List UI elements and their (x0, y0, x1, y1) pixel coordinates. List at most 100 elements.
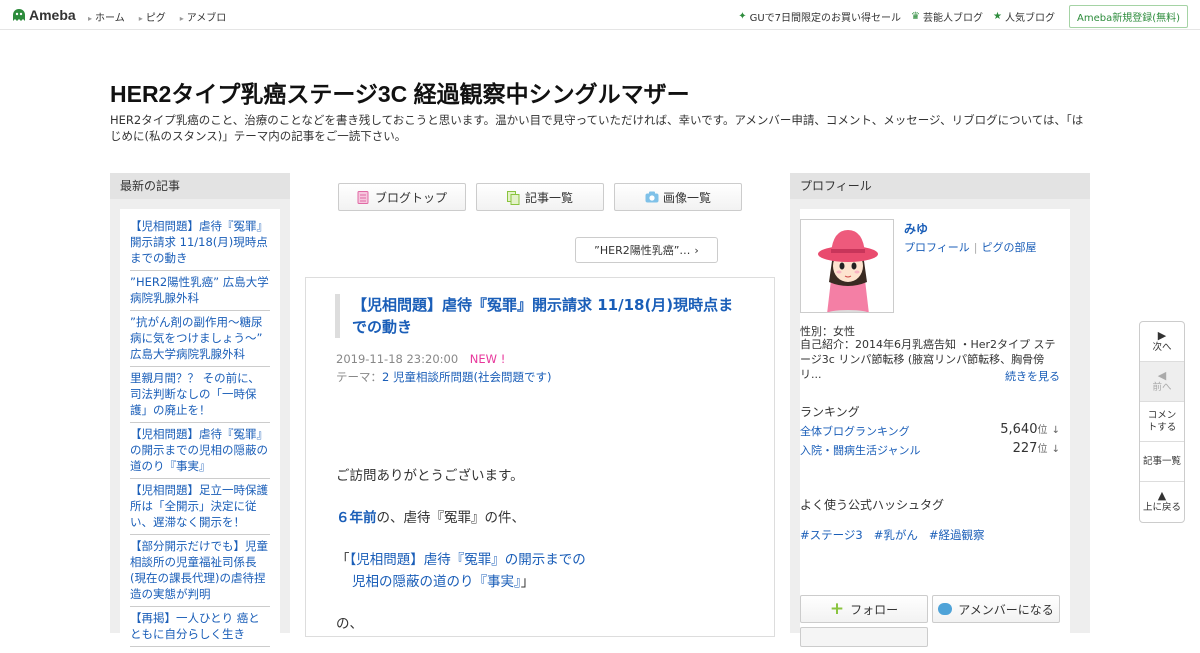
rank-unit: 位 (1037, 425, 1048, 436)
quote-open: 「 (336, 552, 350, 568)
see-more-link[interactable]: 続きを見る (1005, 368, 1060, 384)
more-action-button[interactable] (800, 627, 928, 647)
promo-link[interactable]: ✦ GUで7日間限定のお買い得セール (738, 9, 901, 24)
ranking-heading: ランキング (800, 405, 860, 419)
hashtag-link[interactable]: #乳がん (874, 527, 918, 543)
document-icon (357, 190, 369, 204)
prev-button[interactable]: ◀ 前へ (1140, 362, 1184, 402)
ameba-logo[interactable]: Ameba (12, 7, 76, 23)
celebrity-blog-link[interactable]: ♛ 芸能人ブログ (911, 9, 983, 24)
recent-article-link[interactable]: 【児相問題】虐待『冤罪』の開示までの児相の隠蔽の道のり『事実』 (130, 423, 270, 479)
blog-tabs: ブログトップ 記事一覧 画像一覧 (338, 183, 742, 211)
article-theme-label: テーマ： (336, 370, 382, 384)
article-theme: テーマ：2 児童相談所問題(社会問題です) (336, 369, 551, 385)
recent-articles-list: 【児相問題】虐待『冤罪』開示請求 11/18(月)現時点までの動き ”HER2陽… (120, 209, 280, 653)
blog-top-label: ブログトップ (374, 190, 447, 205)
header-right-links: ✦ GUで7日間限定のお買い得セール ♛ 芸能人ブログ ★ 人気ブログ Ameb… (738, 5, 1188, 28)
hashtag-list: #ステージ3 #乳がん #経過観察 (800, 527, 985, 543)
body-line: ６年前の、虐待『冤罪』の件、 (336, 506, 525, 526)
article-list-side-button[interactable]: 記事一覧 (1140, 442, 1184, 482)
quoted-article-link[interactable]: 【児相問題】虐待『冤罪』の開示までの (350, 552, 586, 568)
quoted-link-line-1: 「【児相問題】虐待『冤罪』の開示までの (336, 548, 586, 568)
amember-button[interactable]: アメンバーになる (932, 595, 1060, 623)
body-line: ご訪問ありがとうございます。 (336, 468, 524, 484)
article-theme-link[interactable]: 2 児童相談所問題(社会問題です) (382, 370, 551, 384)
body-line-rest: の、虐待『冤罪』の件、 (376, 510, 526, 526)
nav-ameblo[interactable]: アメブロ (180, 9, 227, 24)
next-label: 次へ (1152, 341, 1172, 353)
nav-home[interactable]: ホーム (88, 9, 125, 24)
follow-actions: + フォロー アメンバーになる (800, 595, 1060, 623)
profile-name[interactable]: みゆ (904, 220, 928, 237)
global-nav: ホーム ピグ アメブロ (88, 9, 226, 24)
follow-button[interactable]: + フォロー (800, 595, 928, 623)
recent-article-link[interactable]: ”HER2陽性乳癌” 広島大学病院乳腺外科 (130, 271, 270, 311)
recent-article-link[interactable]: 【部分開示だけでも】児童相談所の児童福祉司係長(現在の課長代理)の虐待捏造の実態… (130, 535, 270, 607)
recent-article-link[interactable]: ”抗がん剤の副作用～糖尿病に気をつけましょう～” 広島大学病院乳腺外科 (130, 311, 270, 367)
follow-label: フォロー (850, 602, 899, 617)
promo-link-label: GUで7日間限定のお買い得セール (749, 13, 902, 24)
body-line: の、 (336, 616, 363, 632)
article-list-button[interactable]: 記事一覧 (476, 183, 604, 211)
quoted-article-link-2[interactable]: 児相の隠蔽の道のり『事実』 (352, 574, 521, 590)
back-to-top-label: 上に戻る (1142, 502, 1181, 513)
nav-pigg[interactable]: ピグ (139, 9, 166, 24)
image-list-button[interactable]: 画像一覧 (614, 183, 742, 211)
blog-title[interactable]: HER2タイプ乳癌ステージ3C 経過観察中シングルマザー (110, 75, 690, 109)
ranking-name[interactable]: 全体ブログランキング (800, 425, 910, 438)
camera-icon (645, 191, 659, 204)
ameba-logo-icon (12, 8, 26, 23)
article-date: 2019-11-18 23:20:00 (336, 352, 459, 366)
rank-number: 5,640 (1000, 422, 1038, 437)
ranking-name[interactable]: 入院・闘病生活ジャンル (800, 444, 920, 457)
quote-close: 」 (520, 574, 535, 590)
plus-icon: + (829, 598, 845, 619)
celebrity-blog-label: 芸能人ブログ (923, 13, 984, 24)
back-to-top-button[interactable]: ▲ 上に戻る (1140, 482, 1184, 522)
avatar[interactable] (800, 219, 894, 313)
six-years-ago-text: ６年前 (336, 510, 377, 526)
register-button[interactable]: Ameba新規登録(無料) (1068, 5, 1188, 28)
trend-down-icon: ↓ (1051, 425, 1060, 436)
logo-text: Ameba (29, 7, 76, 23)
comment-label: コメントする (1147, 409, 1177, 433)
pigg-room-link[interactable]: ピグの部屋 (982, 241, 1037, 254)
comment-button[interactable]: コメントする (1140, 402, 1184, 442)
article-meta: 2019-11-18 23:20:00 NEW ! (336, 352, 505, 366)
prev-label: 前へ (1152, 381, 1172, 393)
rank-unit: 位 (1037, 444, 1048, 455)
profile-box: みゆ プロフィール | ピグの部屋 性別：女性 自己紹介：2014年6月乳癌告知 ・… (800, 209, 1070, 647)
hashtag-heading: よく使う公式ハッシュタグ (800, 498, 945, 512)
recent-article-link[interactable]: 里親月間？？ その前に、司法判断なしの「一時保護」の廃止を！ (130, 367, 270, 423)
popular-blog-label: 人気ブログ (1004, 13, 1055, 24)
next-button[interactable]: ▶ 次へ (1140, 322, 1184, 362)
sparkle-icon: ✦ (738, 11, 747, 22)
article-card: 【児相問題】虐待『冤罪』開示請求 11/18(月)現時点までの動き 2019-1… (305, 277, 775, 637)
article-title[interactable]: 【児相問題】虐待『冤罪』開示請求 11/18(月)現時点までの動き (335, 294, 745, 338)
image-list-label: 画像一覧 (662, 190, 711, 205)
play-left-icon: ◀ (1157, 368, 1167, 382)
profile-links: プロフィール | ピグの部屋 (904, 239, 1037, 255)
profile-link[interactable]: プロフィール (904, 241, 970, 254)
next-theme-article-link[interactable]: ”HER2陽性乳癌”… › (575, 237, 718, 263)
article-list-side-label: 記事一覧 (1142, 455, 1181, 467)
recent-article-link[interactable]: 【再掲】一人ひとり 癌とともに自分らしく生き (130, 607, 270, 647)
blog-top-button[interactable]: ブログトップ (338, 183, 466, 211)
popular-blog-link[interactable]: ★ 人気ブログ (993, 9, 1055, 24)
amember-label: アメンバーになる (958, 602, 1054, 617)
chevron-right-icon: › (694, 243, 699, 257)
rank-number: 227 (1012, 441, 1038, 456)
ranking-value: 5,640位 ↓ (1000, 421, 1060, 437)
theme-link-label: ”HER2陽性乳癌”… (594, 244, 691, 257)
ranking-value: 227位 ↓ (1013, 440, 1060, 456)
recent-articles-panel: 最新の記事 【児相問題】虐待『冤罪』開示請求 11/18(月)現時点までの動き … (110, 173, 290, 653)
ranking-row: 全体ブログランキング 5,640位 ↓ (800, 421, 1060, 439)
hashtag-link[interactable]: #経過観察 (929, 527, 985, 543)
recent-articles-heading: 最新の記事 (110, 173, 290, 199)
recent-article-link[interactable]: 【児相問題】虐待『冤罪』開示請求 11/18(月)現時点までの動き (130, 215, 270, 271)
profile-heading: プロフィール (790, 173, 1090, 199)
recent-article-link[interactable]: 【児相問題】足立一時保護所は「全開示」決定に従い、遅滞なく開示を！ (130, 479, 270, 535)
profile-panel: プロフィール みゆ プロフィール | ピグの部屋 性別：女性 自己紹介：2014… (790, 173, 1090, 647)
article-list-label: 記事一覧 (524, 190, 573, 205)
hashtag-link[interactable]: #ステージ3 (800, 527, 863, 543)
